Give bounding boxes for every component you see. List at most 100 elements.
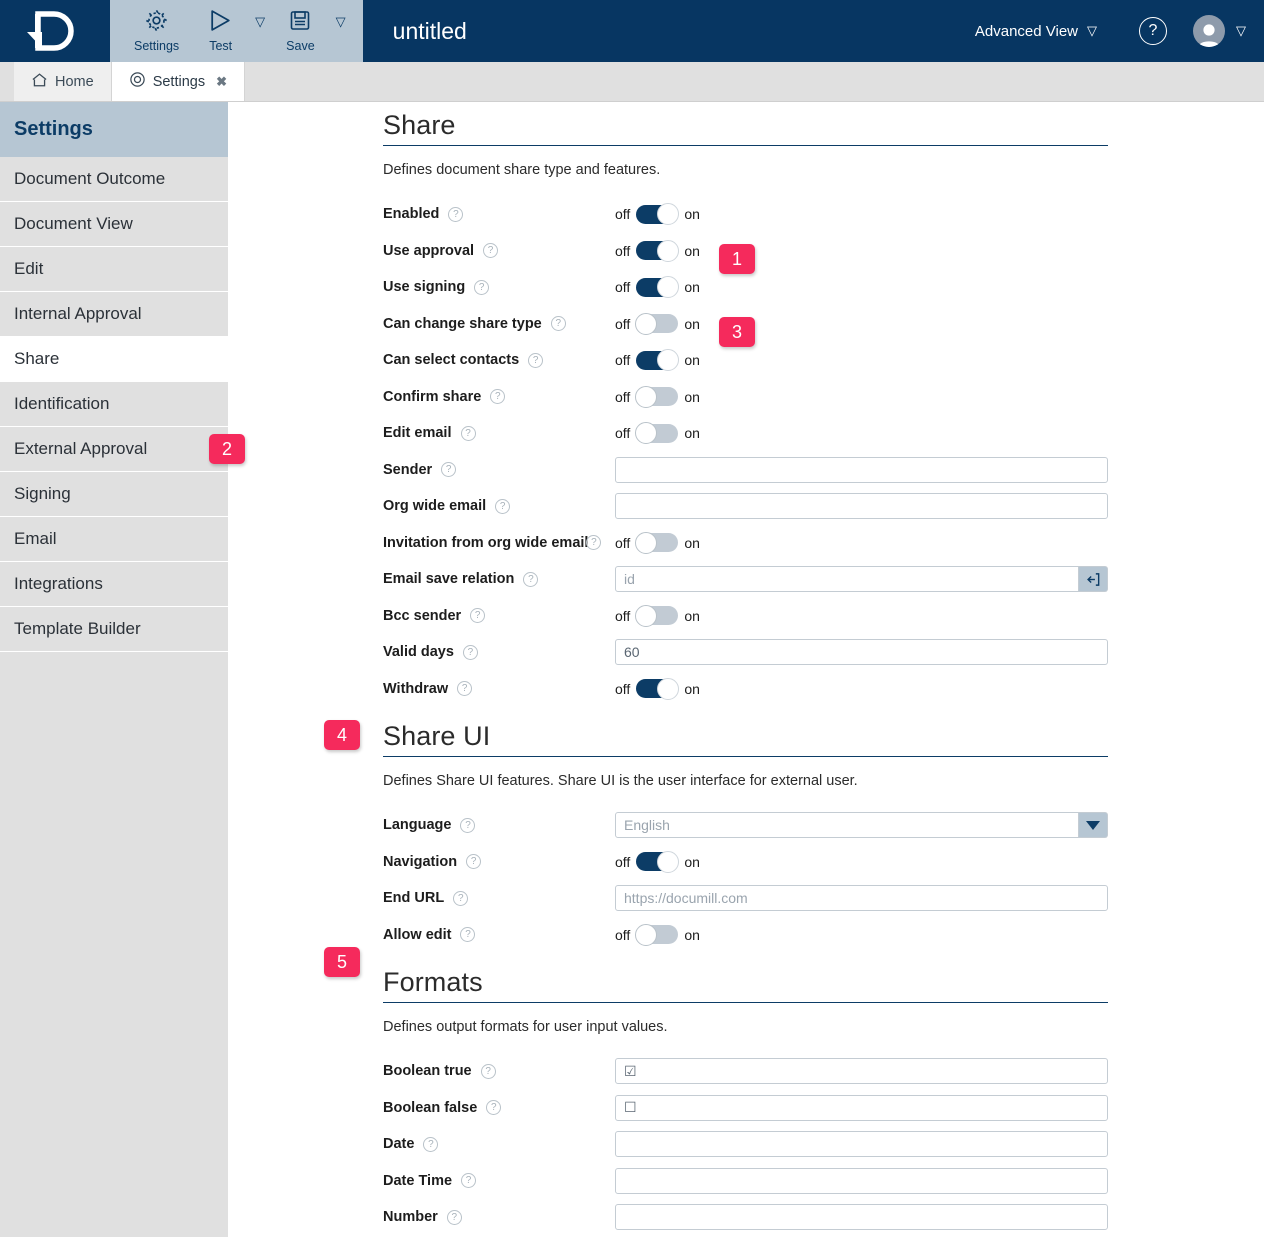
input-boolean-false[interactable] bbox=[615, 1095, 1108, 1121]
sidebar-item-label: Document View bbox=[14, 214, 133, 234]
close-icon[interactable]: ✖ bbox=[216, 74, 227, 90]
insert-arrow-icon[interactable] bbox=[1079, 566, 1108, 592]
tab-home[interactable]: Home bbox=[14, 62, 112, 101]
toggle-wrapper-confirm-share: offon bbox=[615, 387, 700, 406]
help-icon[interactable]: ? bbox=[483, 243, 498, 258]
sidebar-item-signing[interactable]: Signing bbox=[0, 472, 228, 517]
help-icon[interactable]: ? bbox=[457, 681, 472, 696]
toggle-invitation-from-org-wide-email[interactable] bbox=[636, 533, 678, 552]
help-icon[interactable]: ? bbox=[463, 645, 478, 660]
sidebar-item-label: External Approval bbox=[14, 439, 147, 459]
app-logo[interactable] bbox=[0, 0, 110, 62]
sidebar-item-email[interactable]: Email bbox=[0, 517, 228, 562]
toggle-use-signing[interactable] bbox=[636, 278, 678, 297]
field-label-boolean-true: Boolean true? bbox=[383, 1063, 615, 1079]
formats-description: Defines output formats for user input va… bbox=[383, 1019, 1264, 1035]
sidebar-item-edit[interactable]: Edit bbox=[0, 247, 228, 292]
help-icon[interactable]: ? bbox=[460, 818, 475, 833]
toolbar-test-button[interactable]: Test bbox=[193, 0, 248, 62]
home-icon bbox=[31, 72, 48, 92]
toggle-withdraw[interactable] bbox=[636, 679, 678, 698]
sidebar-item-external-approval[interactable]: External Approval bbox=[0, 427, 228, 472]
help-icon[interactable]: ? bbox=[461, 426, 476, 441]
help-icon[interactable]: ? bbox=[586, 535, 601, 550]
header-right-controls: Advanced View ▽ ? ▽ bbox=[975, 0, 1264, 62]
label-text: Valid days bbox=[383, 644, 454, 660]
sidebar-item-integrations[interactable]: Integrations bbox=[0, 562, 228, 607]
help-icon[interactable]: ? bbox=[1139, 17, 1167, 45]
toggle-knob bbox=[657, 276, 679, 298]
field-label-valid-days: Valid days? bbox=[383, 644, 615, 660]
toggle-off-label: off bbox=[615, 535, 630, 551]
sidebar-item-share[interactable]: Share bbox=[0, 337, 228, 382]
input-valid-days[interactable] bbox=[615, 639, 1108, 665]
share-field-list: Enabled?offonUse approval?offonUse signi… bbox=[383, 196, 1264, 707]
field-row-enabled: Enabled?offon bbox=[383, 196, 1264, 233]
input-org-wide-email[interactable] bbox=[615, 493, 1108, 519]
help-icon[interactable]: ? bbox=[423, 1137, 438, 1152]
label-text: Bcc sender bbox=[383, 608, 461, 624]
help-icon[interactable]: ? bbox=[551, 316, 566, 331]
toggle-edit-email[interactable] bbox=[636, 424, 678, 443]
sidebar-item-label: Email bbox=[14, 529, 57, 549]
sidebar-item-document-view[interactable]: Document View bbox=[0, 202, 228, 247]
toggle-bcc-sender[interactable] bbox=[636, 606, 678, 625]
sidebar-item-template-builder[interactable]: Template Builder bbox=[0, 607, 228, 652]
help-icon[interactable]: ? bbox=[448, 207, 463, 222]
toggle-navigation[interactable] bbox=[636, 852, 678, 871]
toggle-can-change-share-type[interactable] bbox=[636, 314, 678, 333]
help-icon[interactable]: ? bbox=[523, 572, 538, 587]
app-body: Settings Document OutcomeDocument ViewEd… bbox=[0, 102, 1264, 1237]
field-label-bcc-sender: Bcc sender? bbox=[383, 608, 615, 624]
help-icon[interactable]: ? bbox=[441, 462, 456, 477]
help-icon[interactable]: ? bbox=[481, 1064, 496, 1079]
sidebar-item-document-outcome[interactable]: Document Outcome bbox=[0, 157, 228, 202]
input-boolean-true[interactable] bbox=[615, 1058, 1108, 1084]
toggle-confirm-share[interactable] bbox=[636, 387, 678, 406]
help-icon[interactable]: ? bbox=[528, 353, 543, 368]
share-ui-field-list: Language?Navigation?offonEnd URL?Allow e… bbox=[383, 807, 1264, 953]
toggle-wrapper-use-approval: offon bbox=[615, 241, 700, 260]
help-icon[interactable]: ? bbox=[453, 891, 468, 906]
toggle-allow-edit[interactable] bbox=[636, 925, 678, 944]
toolbar-settings-button[interactable]: Settings bbox=[120, 0, 193, 62]
field-row-date: Date? bbox=[383, 1126, 1264, 1163]
help-icon[interactable]: ? bbox=[490, 389, 505, 404]
avatar-chevron-down-icon[interactable]: ▽ bbox=[1236, 23, 1246, 39]
sidebar-item-label: Identification bbox=[14, 394, 109, 414]
input-number[interactable] bbox=[615, 1204, 1108, 1230]
chevron-down-icon[interactable] bbox=[1079, 812, 1108, 838]
sidebar-item-identification[interactable]: Identification bbox=[0, 382, 228, 427]
help-icon[interactable]: ? bbox=[495, 499, 510, 514]
field-row-email-save-relation: Email save relation? bbox=[383, 561, 1264, 598]
input-date-time[interactable] bbox=[615, 1168, 1108, 1194]
input-email-save-relation[interactable] bbox=[615, 566, 1079, 592]
toggle-can-select-contacts[interactable] bbox=[636, 351, 678, 370]
toggle-off-label: off bbox=[615, 279, 630, 295]
help-icon[interactable]: ? bbox=[486, 1100, 501, 1115]
sidebar-item-internal-approval[interactable]: Internal Approval bbox=[0, 292, 228, 337]
select-language[interactable] bbox=[615, 812, 1079, 838]
play-icon bbox=[207, 8, 234, 38]
help-icon[interactable]: ? bbox=[447, 1210, 462, 1225]
help-icon[interactable]: ? bbox=[466, 854, 481, 869]
toolbar-save-button[interactable]: Save bbox=[272, 0, 329, 62]
help-icon[interactable]: ? bbox=[460, 927, 475, 942]
toolbar-test-caret-icon[interactable]: ▽ bbox=[248, 14, 272, 30]
view-mode-selector[interactable]: Advanced View ▽ bbox=[975, 23, 1097, 40]
tab-settings[interactable]: Settings ✖ bbox=[112, 62, 245, 101]
toggle-use-approval[interactable] bbox=[636, 241, 678, 260]
input-date[interactable] bbox=[615, 1131, 1108, 1157]
input-end-url[interactable] bbox=[615, 885, 1108, 911]
toggle-enabled[interactable] bbox=[636, 205, 678, 224]
help-icon[interactable]: ? bbox=[474, 280, 489, 295]
document-title[interactable]: untitled bbox=[363, 0, 975, 62]
toolbar-save-caret-icon[interactable]: ▽ bbox=[329, 14, 353, 30]
sidebar-filler bbox=[0, 652, 228, 1237]
tab-bar: Home Settings ✖ bbox=[0, 62, 1264, 102]
help-icon[interactable]: ? bbox=[470, 608, 485, 623]
avatar[interactable] bbox=[1193, 15, 1225, 47]
help-icon[interactable]: ? bbox=[461, 1173, 476, 1188]
label-text: Number bbox=[383, 1209, 438, 1225]
input-sender[interactable] bbox=[615, 457, 1108, 483]
